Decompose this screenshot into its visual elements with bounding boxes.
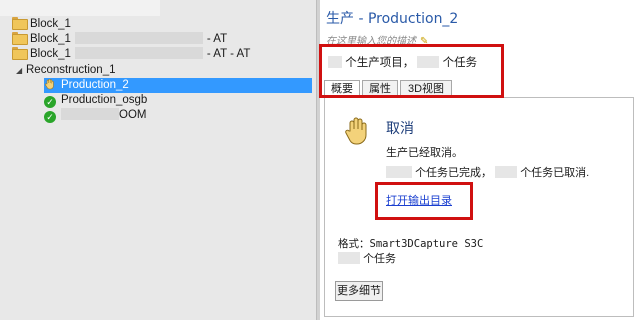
tree-item-production-2[interactable]: Production_2 <box>44 78 312 93</box>
redacted-block <box>74 47 203 59</box>
folder-icon <box>12 17 28 30</box>
tree-item-suffix: - AT - AT <box>206 48 251 60</box>
hand-stop-icon <box>44 78 56 90</box>
format-tasks-line: 个任务 <box>338 250 396 266</box>
redacted-count <box>386 166 412 178</box>
folder-icon <box>12 47 28 60</box>
tree-item-label: Reconstruction_1 <box>26 64 116 76</box>
redacted-count <box>495 166 518 178</box>
cancelled-tasks-text: 个任务已取消. <box>520 167 590 179</box>
folder-icon <box>12 32 28 45</box>
tree-item-label: Block_1 <box>30 18 71 30</box>
tree-panel: Block_1 Block_1 - AT Block_1 - AT - AT ◢ Re… <box>0 0 316 320</box>
tree-header-strip <box>0 0 160 16</box>
format-tasks-text: 个任务 <box>363 253 397 265</box>
expand-arrow-icon[interactable]: ◢ <box>16 63 26 78</box>
check-circle-icon: ✓ <box>44 96 56 108</box>
tree-item-reconstruction[interactable]: ◢ Reconstruction_1 <box>16 63 116 78</box>
status-message: 生产已经取消。 <box>386 147 463 159</box>
redacted-count <box>338 252 360 264</box>
format-line: 格式：Smart3DCapture S3C <box>338 238 484 250</box>
redacted-block <box>74 32 203 44</box>
tree-item-block-1-at-at[interactable]: Block_1 - AT - AT <box>12 47 250 62</box>
completed-tasks-text: 个任务已完成， <box>415 167 493 179</box>
status-heading: 取消 <box>386 120 414 136</box>
tree-item-label: Block_1 <box>30 33 71 45</box>
check-circle-icon: ✓ <box>44 111 56 123</box>
tree-item-block-1[interactable]: Block_1 <box>12 17 71 32</box>
tree-item-suffix: - AT <box>206 33 228 45</box>
tree-item-label: Production_osgb <box>61 94 148 106</box>
hand-stop-icon <box>344 116 370 149</box>
page-title: 生产 - Production_2 <box>326 11 459 27</box>
tree-item-label: Production_2 <box>61 79 129 91</box>
tree-item-block-1-at[interactable]: Block_1 - AT <box>12 32 227 47</box>
highlight-box <box>375 182 473 220</box>
tree-item-label: Block_1 <box>30 48 71 60</box>
highlight-box <box>319 44 504 98</box>
more-details-button[interactable]: 更多细节 <box>335 281 383 301</box>
redacted-block <box>61 108 119 120</box>
task-status-line: 个任务已完成， 个任务已取消. <box>386 164 589 180</box>
tree-item-production-oom[interactable]: ✓ OOM <box>44 108 146 123</box>
tree-item-label: OOM <box>119 109 147 121</box>
tree-item-production-osgb[interactable]: ✓ Production_osgb <box>44 93 147 108</box>
